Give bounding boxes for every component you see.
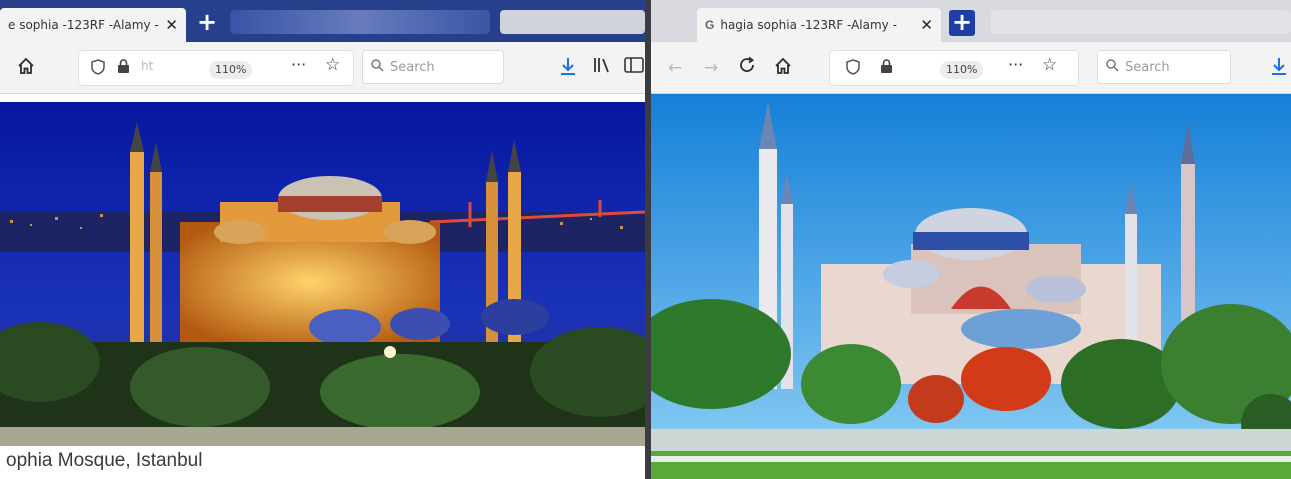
zoom-indicator[interactable]: 110% (940, 61, 984, 79)
zoom-indicator[interactable]: 110% (209, 61, 253, 79)
search-icon (1106, 58, 1119, 76)
bookmark-star-icon[interactable]: ☆ (325, 55, 340, 75)
forward-arrow-icon[interactable]: → (699, 56, 723, 80)
download-icon[interactable] (1267, 56, 1291, 80)
page-actions-menu[interactable]: ··· (291, 55, 306, 74)
url-bar[interactable]: ht 110% ··· ☆ (78, 50, 354, 86)
night-photo-hagia-sophia[interactable] (0, 102, 645, 446)
home-icon[interactable] (14, 56, 38, 80)
page-content (651, 94, 1291, 479)
day-photo-hagia-sophia[interactable] (651, 94, 1291, 479)
shield-icon[interactable] (846, 59, 860, 79)
page-actions-menu[interactable]: ··· (1008, 55, 1023, 74)
blurred-tab[interactable] (500, 10, 645, 34)
google-favicon-icon: G (705, 18, 715, 32)
page-content: ophia Mosque, Istanbul (0, 94, 645, 479)
library-icon[interactable] (590, 56, 614, 80)
home-icon[interactable] (771, 56, 795, 80)
tab-strip: e sophia -123RF -Alamy - ✕ + (0, 0, 645, 42)
search-placeholder: Search (390, 59, 435, 75)
blurred-tab[interactable] (230, 10, 490, 34)
lock-icon[interactable] (880, 59, 893, 78)
tab-title: e sophia -123RF -Alamy - (8, 18, 159, 32)
close-tab-icon[interactable]: ✕ (920, 16, 933, 34)
search-placeholder: Search (1125, 59, 1170, 75)
new-tab-button[interactable]: + (949, 10, 975, 36)
reload-icon[interactable] (735, 56, 759, 80)
new-tab-button[interactable]: + (194, 10, 220, 36)
sidebar-icon[interactable] (622, 56, 645, 80)
search-icon (371, 58, 384, 76)
back-arrow-icon[interactable]: ← (663, 56, 687, 80)
url-text: ht (141, 59, 154, 73)
url-bar[interactable]: 110% ··· ☆ (829, 50, 1079, 86)
search-field[interactable]: Search (1097, 50, 1231, 84)
image-caption: ophia Mosque, Istanbul (6, 450, 203, 471)
close-tab-icon[interactable]: ✕ (165, 16, 178, 34)
nav-toolbar: ← → 110% ··· ☆ Search (651, 42, 1291, 94)
blurred-tab[interactable] (991, 10, 1291, 34)
search-field[interactable]: Search (362, 50, 504, 84)
download-icon[interactable] (556, 56, 580, 80)
tab-strip: G hagia sophia -123RF -Alamy - ✕ + (651, 0, 1291, 42)
right-browser-window: G hagia sophia -123RF -Alamy - ✕ + ← → 1… (651, 0, 1291, 479)
nav-toolbar: ht 110% ··· ☆ Search (0, 42, 645, 94)
active-tab[interactable]: G hagia sophia -123RF -Alamy - ✕ (697, 8, 941, 42)
left-browser-window: e sophia -123RF -Alamy - ✕ + ht 110% ···… (0, 0, 645, 479)
shield-icon[interactable] (91, 59, 105, 79)
lock-icon[interactable] (117, 59, 130, 78)
bookmark-star-icon[interactable]: ☆ (1042, 55, 1057, 75)
tab-title: hagia sophia -123RF -Alamy - (720, 18, 897, 32)
active-tab[interactable]: e sophia -123RF -Alamy - ✕ (0, 8, 186, 42)
